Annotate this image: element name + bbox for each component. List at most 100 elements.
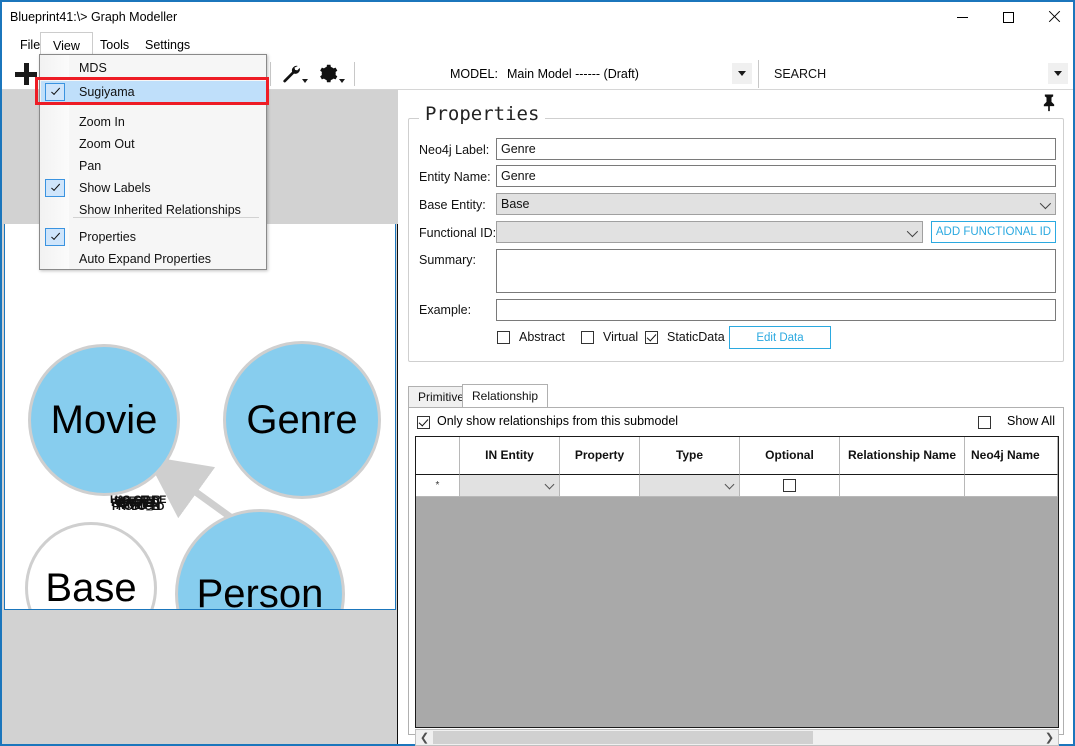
menu-item-mds[interactable]: MDS: [41, 57, 267, 79]
chevron-down-icon: [302, 79, 308, 83]
maximize-button[interactable]: [985, 2, 1031, 32]
menu-item-auto-expand-properties[interactable]: Auto Expand Properties: [41, 248, 267, 270]
grid-header-type[interactable]: Type: [640, 437, 740, 475]
menu-item-show-labels[interactable]: Show Labels: [41, 177, 267, 199]
row-neo4j-name-cell[interactable]: [965, 475, 1058, 497]
row-type-cell[interactable]: [640, 475, 740, 497]
chevron-down-icon: [738, 71, 746, 76]
menu-tools-label: Tools: [100, 38, 130, 52]
summary-input[interactable]: [496, 249, 1056, 293]
staticdata-label: StaticData: [667, 330, 725, 344]
edit-data-button[interactable]: Edit Data: [729, 326, 831, 349]
check-indicator: [45, 179, 65, 197]
search-input[interactable]: SEARCH: [764, 60, 1070, 87]
menu-item-auto-expand-properties-label: Auto Expand Properties: [79, 252, 212, 266]
entity-name-input[interactable]: Genre: [496, 165, 1056, 187]
grid-header-marker: [416, 437, 460, 475]
menu-item-show-inherited-relationships-label: Show Inherited Relationships: [79, 203, 241, 217]
chevron-down-icon: [544, 479, 555, 490]
close-button[interactable]: [1031, 2, 1075, 32]
model-value: Main Model ------ (Draft): [507, 67, 639, 81]
tab-primitive-label: Primitive: [418, 390, 465, 404]
menu-item-zoom-out[interactable]: Zoom Out: [41, 133, 267, 155]
close-icon: [1048, 11, 1060, 23]
menu-item-pan-label: Pan: [79, 159, 102, 173]
graph-node-genre-label: Genre: [246, 397, 358, 442]
menu-separator: [73, 217, 259, 218]
menu-item-zoom-in-label: Zoom In: [79, 115, 125, 129]
row-relationship-name-cell[interactable]: [840, 475, 965, 497]
chevron-down-icon: [1054, 71, 1062, 76]
tab-relationship[interactable]: Relationship: [462, 384, 549, 408]
properties-group: Properties Neo4j Label: Genre Entity Nam…: [408, 103, 1064, 362]
toolbar-separator: [270, 62, 271, 86]
relationship-tab-panel: Only show relationships from this submod…: [408, 407, 1064, 746]
graph-edge-labels: HAS_GENRE DIRECTED PRODUCED ACTED_IN REV…: [110, 492, 260, 518]
graph-node-person-label: Person: [196, 571, 324, 610]
menu-item-show-labels-label: Show Labels: [79, 181, 151, 195]
wrench-icon: [283, 65, 300, 83]
menu-item-zoom-out-label: Zoom Out: [79, 137, 135, 151]
row-optional-cell[interactable]: [740, 475, 840, 497]
add-functional-id-button[interactable]: ADD FUNCTIONAL ID: [931, 221, 1056, 243]
grid-horizontal-scrollbar[interactable]: ❮ ❯: [415, 729, 1059, 746]
abstract-checkbox[interactable]: [497, 331, 510, 344]
menu-item-properties-label: Properties: [79, 230, 136, 244]
toolbar-separator-3: [758, 60, 759, 88]
relationships-grid[interactable]: IN Entity Property Type Optional Relatio…: [415, 436, 1059, 728]
add-functional-id-label: ADD FUNCTIONAL ID: [935, 226, 1052, 238]
grid-header-row: IN Entity Property Type Optional Relatio…: [416, 437, 1058, 475]
chevron-left-icon[interactable]: ❮: [416, 730, 433, 745]
menu-item-zoom-in[interactable]: Zoom In: [41, 111, 267, 133]
menu-item-pan[interactable]: Pan: [41, 155, 267, 177]
neo4j-label-input[interactable]: Genre: [496, 138, 1056, 160]
grid-header-relationship-name[interactable]: Relationship Name: [840, 437, 965, 475]
graph-node-movie[interactable]: Movie: [28, 344, 180, 496]
table-row[interactable]: *: [416, 475, 1058, 497]
grid-header-in-entity[interactable]: IN Entity: [460, 437, 560, 475]
menu-view-label: View: [53, 38, 80, 53]
title-bar: Blueprint41:\> Graph Modeller: [2, 2, 1073, 32]
row-in-entity-cell[interactable]: [460, 475, 560, 497]
row-property-cell[interactable]: [560, 475, 640, 497]
chevron-right-icon[interactable]: ❯: [1041, 730, 1058, 745]
functional-id-select[interactable]: [496, 221, 923, 243]
tools-dropdown-button[interactable]: [280, 63, 308, 85]
settings-dropdown-button[interactable]: [317, 63, 345, 85]
row-optional-checkbox[interactable]: [783, 479, 796, 492]
grid-empty-area: [416, 497, 1058, 727]
only-submodel-checkbox[interactable]: [417, 416, 430, 429]
pushpin-icon: [1043, 94, 1055, 112]
chevron-down-icon: [339, 79, 345, 83]
pin-button[interactable]: [1039, 92, 1065, 116]
row-marker-cell[interactable]: *: [416, 475, 460, 497]
staticdata-checkbox[interactable]: [645, 331, 658, 344]
minimize-button[interactable]: [939, 2, 985, 32]
menu-settings-label: Settings: [145, 38, 191, 52]
tab-strip: Primitive Relationship: [408, 384, 1064, 408]
grid-header-property[interactable]: Property: [560, 437, 640, 475]
base-entity-value: Base: [501, 197, 530, 211]
model-dropdown-arrow[interactable]: [732, 63, 752, 84]
menu-item-properties[interactable]: Properties: [41, 226, 267, 248]
base-entity-label: Base Entity:: [419, 198, 486, 212]
model-label: MODEL:: [450, 67, 498, 81]
grid-header-optional[interactable]: Optional: [740, 437, 840, 475]
highlight-annotation: [35, 77, 269, 105]
example-label: Example:: [419, 303, 472, 317]
virtual-checkbox[interactable]: [581, 331, 594, 344]
search-dropdown-arrow[interactable]: [1048, 63, 1068, 84]
show-all-checkbox[interactable]: [978, 416, 991, 429]
grid-header-neo4j-name[interactable]: Neo4j Name: [965, 437, 1058, 475]
scrollbar-thumb[interactable]: [433, 731, 813, 744]
edge-label: WROTE: [118, 498, 153, 510]
gear-icon: [320, 64, 338, 83]
example-input[interactable]: [496, 299, 1056, 321]
functional-id-label: Functional ID:: [419, 226, 497, 240]
base-entity-select[interactable]: Base: [496, 193, 1056, 215]
only-submodel-label: Only show relationships from this submod…: [437, 414, 679, 428]
graph-canvas[interactable]: Movie Genre Base Person HAS_GENRE DIRECT…: [4, 224, 396, 610]
graph-node-genre[interactable]: Genre: [223, 341, 381, 499]
menu-file-label: File: [20, 38, 41, 52]
check-indicator: [45, 228, 65, 246]
